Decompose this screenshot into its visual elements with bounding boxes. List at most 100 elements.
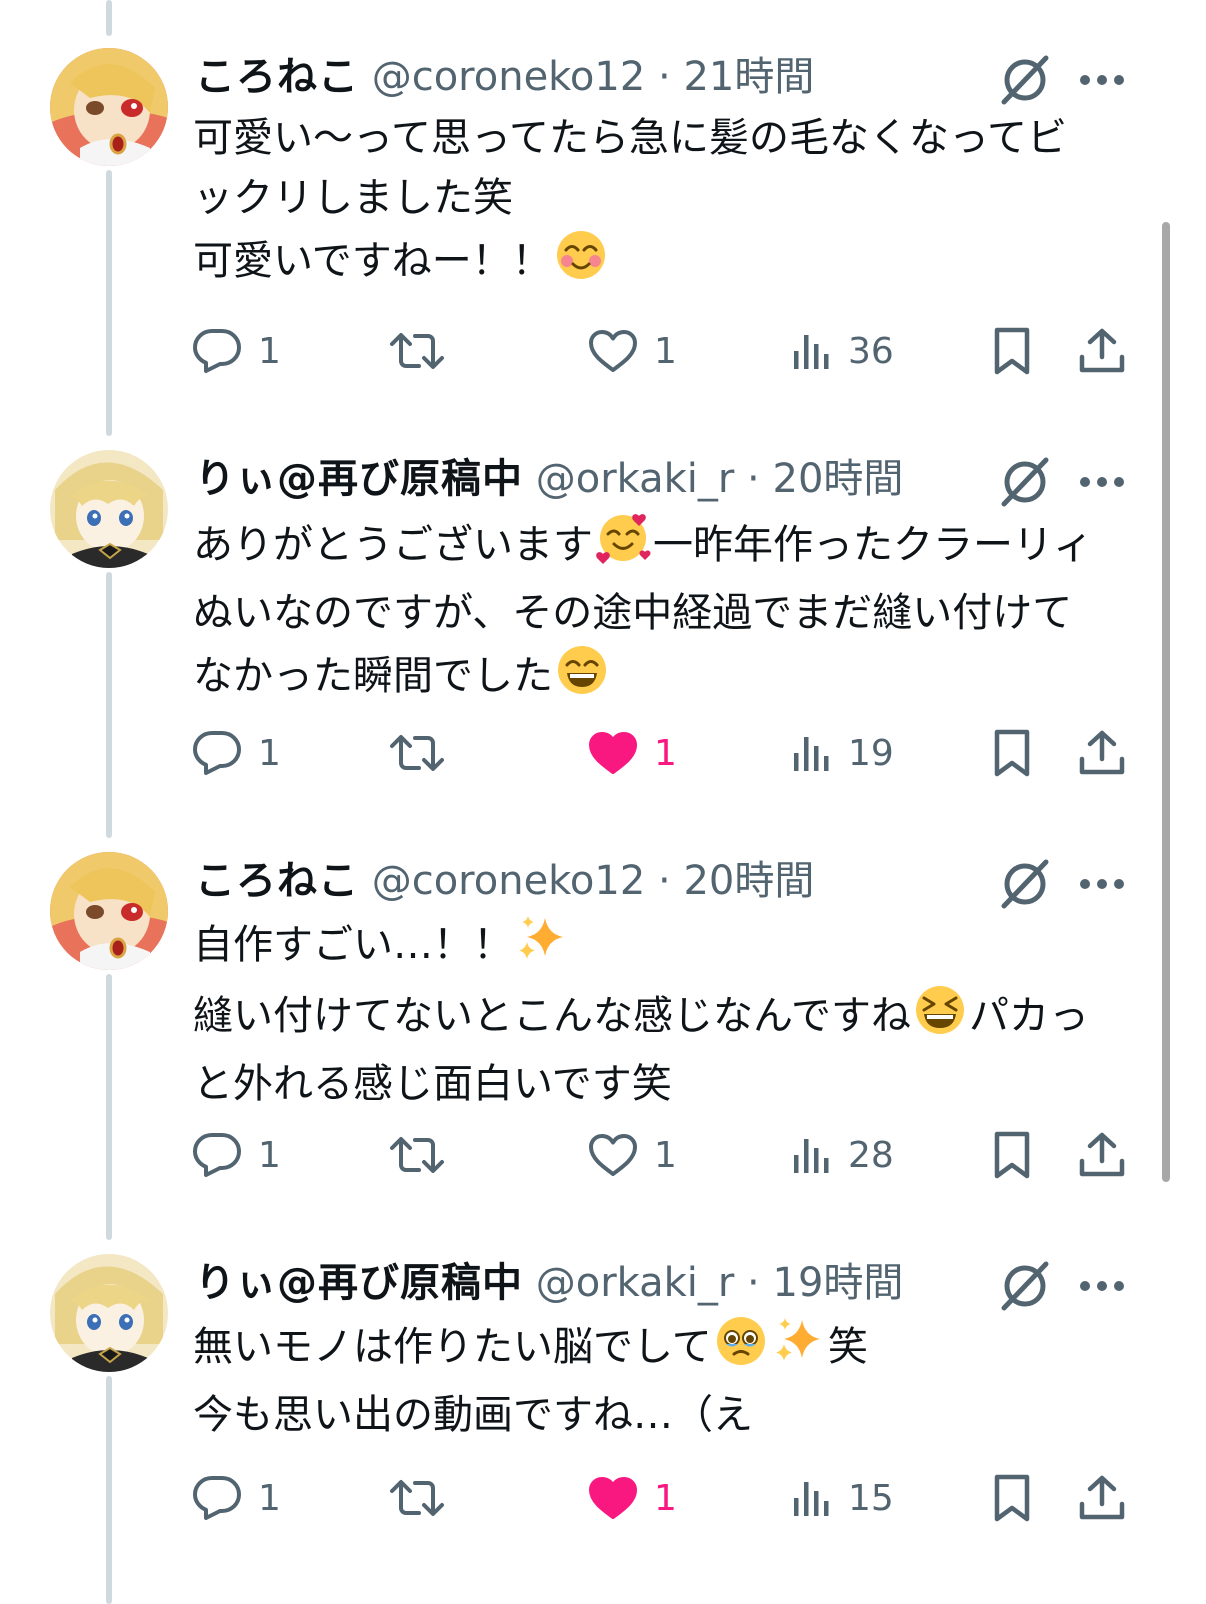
reply-count: 1 [258,1477,281,1519]
thread-connector-line [106,974,112,1240]
avatar[interactable] [50,450,168,568]
more-icon[interactable] [1078,474,1126,494]
grok-icon[interactable] [998,1258,1052,1312]
bookmark-button[interactable] [992,323,1032,379]
tweet-text-line: ックリしました笑 [193,168,1143,228]
face-holding-back-tears-emoji [714,1314,768,1385]
grinning-face-smiling-eyes-emoji [555,643,609,714]
retweet-button[interactable] [389,323,461,379]
timestamp[interactable]: 20時間 [773,456,904,502]
reply-button[interactable]: 1 [192,1127,281,1183]
retweet-icon [389,1476,445,1520]
tweet-text-line: と外れる感じ面白いです笑 [193,1054,1143,1114]
grinning-squinting-face-emoji [913,983,967,1054]
action-bar: 1 1 15 [0,1470,1206,1530]
more-icon[interactable] [1078,1278,1126,1298]
bookmark-button[interactable] [992,725,1032,781]
avatar[interactable] [50,852,168,970]
more-icon[interactable] [1078,72,1126,92]
timestamp[interactable]: 19時間 [773,1260,904,1306]
views-button[interactable]: 15 [792,1470,894,1526]
retweet-button[interactable] [389,1470,461,1526]
share-icon [1078,1474,1126,1522]
reply-icon [192,730,242,776]
bookmark-icon [992,326,1032,376]
handle[interactable]: @orkaki_r [536,1260,735,1306]
dot-separator: · [645,858,684,904]
text-segment: 自作すごい…！！ [193,922,513,968]
views-icon [792,331,832,371]
timestamp[interactable]: 21時間 [683,54,814,100]
tweet-text: 自作すごい…！！ 縫い付けてないとこんな感じなんですね パカっ と外れる感じ面白いです… [193,912,1143,1114]
display-name[interactable]: ころねこ [195,54,359,100]
retweet-button[interactable] [389,725,461,781]
text-segment: 今も思い出の動画ですね…（え [193,1392,753,1438]
avatar[interactable] [50,48,168,166]
reply-count: 1 [258,1134,281,1176]
like-count: 1 [654,1134,677,1176]
tweet-text-line: ぬいなのですが、その途中経過でまだ縫い付けて [193,583,1143,643]
text-segment: 笑 [827,1324,868,1370]
share-button[interactable] [1078,1127,1126,1183]
thread-connector-line [106,572,112,838]
display-name[interactable]: ころねこ [195,858,359,904]
views-button[interactable]: 28 [792,1127,894,1183]
views-button[interactable]: 36 [792,323,894,379]
display-name[interactable]: りぃ@再び原稿中 [195,1260,523,1306]
tweet-text: 無いモノは作りたい脳でして 笑今も思い出の動画ですね…（え [193,1314,1143,1445]
bookmark-button[interactable] [992,1470,1032,1526]
timestamp[interactable]: 20時間 [683,858,814,904]
action-bar: 1 1 19 [0,725,1206,785]
reply-icon [192,1132,242,1178]
reply-button[interactable]: 1 [192,725,281,781]
handle[interactable]: @orkaki_r [536,456,735,502]
tweet-text-line: 今も思い出の動画ですね…（え [193,1385,1143,1445]
views-count: 36 [848,330,894,372]
tweet-text: 可愛い〜って思ってたら急に髪の毛なくなってビ ックリしました笑 可愛いですねー！！ [193,108,1143,299]
handle[interactable]: @coroneko12 [372,858,646,904]
retweet-button[interactable] [389,1127,461,1183]
grok-icon[interactable] [998,52,1052,106]
header-spacer [523,1260,536,1306]
reply-count: 1 [258,330,281,372]
like-count: 1 [654,330,677,372]
share-button[interactable] [1078,323,1126,379]
header-spacer [359,858,372,904]
views-button[interactable]: 19 [792,725,894,781]
like-count: 1 [654,1477,677,1519]
tweet-text-line: 可愛い〜って思ってたら急に髪の毛なくなってビ [193,108,1143,168]
avatar[interactable] [50,1254,168,1372]
like-button[interactable]: 1 [588,725,677,781]
reply-icon [192,328,242,374]
share-button[interactable] [1078,1470,1126,1526]
retweet-icon [389,731,445,775]
like-button[interactable]: 1 [588,1127,677,1183]
text-segment: なかった瞬間でした [193,653,553,699]
like-button[interactable]: 1 [588,1470,677,1526]
bookmark-button[interactable] [992,1127,1032,1183]
display-name[interactable]: りぃ@再び原稿中 [195,456,523,502]
more-icon[interactable] [1078,876,1126,896]
reply-button[interactable]: 1 [192,323,281,379]
views-count: 28 [848,1134,894,1176]
tweet-header: りぃ@再び原稿中 @orkaki_r · 20時間 [195,455,903,503]
handle[interactable]: @coroneko12 [372,54,646,100]
dot-separator: · [734,456,773,502]
tweet-header: ころねこ @coroneko12 · 21時間 [195,53,814,101]
grok-icon[interactable] [998,454,1052,508]
tweet-text-line: 無いモノは作りたい脳でして 笑 [193,1314,1143,1385]
like-button[interactable]: 1 [588,323,677,379]
action-bar: 1 1 28 [0,1127,1206,1187]
thread-connector-line [106,0,112,36]
grok-icon[interactable] [998,856,1052,910]
header-spacer [359,54,372,100]
sparkles-emoji [515,912,569,983]
views-icon [792,1478,832,1518]
share-button[interactable] [1078,725,1126,781]
bookmark-icon [992,1130,1032,1180]
reply-icon [192,1475,242,1521]
dot-separator: · [734,1260,773,1306]
share-icon [1078,327,1126,375]
reply-button[interactable]: 1 [192,1470,281,1526]
tweet-text-line: 縫い付けてないとこんな感じなんですね パカっ [193,983,1143,1054]
